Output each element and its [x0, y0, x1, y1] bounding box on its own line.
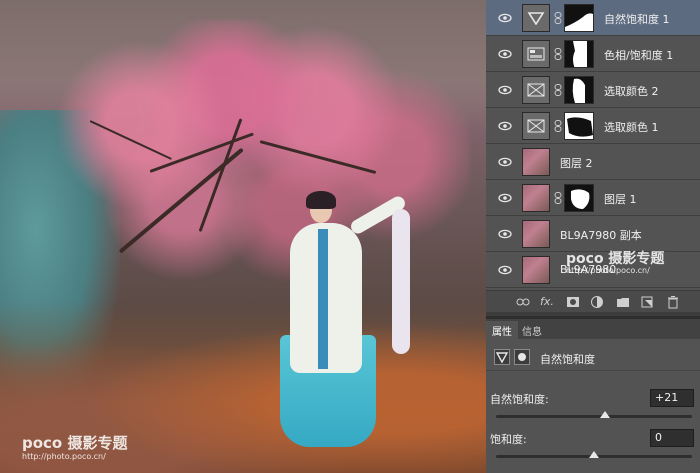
- add-mask-icon[interactable]: [566, 295, 580, 309]
- watermark: poco 摄影专题 http://photo.poco.cn/: [566, 248, 664, 275]
- layer-row[interactable]: 选取颜色 2: [486, 72, 700, 108]
- layer-row[interactable]: 自然饱和度 1: [486, 0, 700, 36]
- photo-thumbnail: [522, 220, 550, 248]
- eye-icon[interactable]: [498, 263, 512, 277]
- layer-name[interactable]: 自然饱和度 1: [604, 11, 670, 27]
- link-icon: [554, 120, 562, 132]
- layer-mask-thumbnail[interactable]: [564, 184, 594, 212]
- saturation-slider[interactable]: [496, 451, 692, 458]
- layer-row[interactable]: 选取颜色 1: [486, 108, 700, 144]
- hue-saturation-icon: [522, 40, 550, 68]
- properties-panel: 属性 信息 自然饱和度 自然饱和度: +21 饱和度: 0: [486, 316, 700, 473]
- layers-toolbar: fx.: [486, 290, 700, 312]
- link-layers-icon[interactable]: [516, 295, 530, 309]
- tab-properties[interactable]: 属性: [486, 321, 518, 339]
- watermark-url: http://photo.poco.cn/: [22, 452, 106, 461]
- saturation-value-field[interactable]: 0: [650, 429, 694, 447]
- photo-thumbnail: [522, 184, 550, 212]
- adjustment-layer-icon[interactable]: [590, 295, 604, 309]
- adjustment-title: 自然饱和度: [540, 353, 595, 366]
- properties-tabs: 属性 信息: [486, 319, 700, 339]
- robe-trim: [318, 229, 328, 369]
- watermark: poco 摄影专题 http://photo.poco.cn/: [22, 432, 127, 461]
- watermark-url: http://photo.poco.cn/: [566, 266, 650, 275]
- link-icon: [554, 48, 562, 60]
- layer-mask-thumbnail[interactable]: [564, 76, 594, 104]
- vibrance-slider[interactable]: [496, 411, 692, 418]
- photo-thumbnail: [522, 256, 550, 284]
- vibrance-value-field[interactable]: +21: [650, 389, 694, 407]
- selective-color-icon: [522, 112, 550, 140]
- photo-canvas[interactable]: poco 摄影专题 http://photo.poco.cn/: [0, 0, 486, 473]
- link-icon: [554, 84, 562, 96]
- saturation-slider-thumb[interactable]: [589, 451, 599, 458]
- layer-row[interactable]: 图层 1: [486, 180, 700, 216]
- eye-icon[interactable]: [498, 119, 512, 133]
- mask-icon[interactable]: [514, 349, 530, 365]
- layer-mask-thumbnail[interactable]: [564, 4, 594, 32]
- fx-icon[interactable]: fx.: [540, 295, 554, 309]
- link-icon: [554, 192, 562, 204]
- vibrance-icon: [522, 4, 550, 32]
- group-folder-icon[interactable]: [616, 295, 630, 309]
- layer-row[interactable]: 图层 2: [486, 144, 700, 180]
- watermark-brand: poco 摄影专题: [22, 434, 128, 452]
- layer-name[interactable]: 图层 2: [560, 155, 593, 171]
- photo-thumbnail: [522, 148, 550, 176]
- eye-icon[interactable]: [498, 11, 512, 25]
- layer-mask-thumbnail[interactable]: [564, 112, 594, 140]
- link-icon: [554, 12, 562, 24]
- eye-icon[interactable]: [498, 47, 512, 61]
- tab-info[interactable]: 信息: [516, 321, 548, 339]
- layer-name[interactable]: 选取颜色 1: [604, 119, 659, 135]
- eye-icon[interactable]: [498, 191, 512, 205]
- adjustment-header: 自然饱和度: [486, 345, 700, 371]
- layer-name[interactable]: 选取颜色 2: [604, 83, 659, 99]
- layer-name[interactable]: 图层 1: [604, 191, 637, 207]
- trash-icon[interactable]: [666, 295, 680, 309]
- watermark-brand: poco 摄影专题: [566, 251, 665, 267]
- layer-mask-thumbnail[interactable]: [564, 40, 594, 68]
- headdress: [306, 191, 336, 209]
- woman-in-costume: [280, 185, 430, 455]
- selective-color-icon: [522, 76, 550, 104]
- eye-icon[interactable]: [498, 227, 512, 241]
- layer-row[interactable]: BL9A7980 副本: [486, 216, 700, 252]
- saturation-label: 饱和度:: [490, 433, 527, 446]
- eye-icon[interactable]: [498, 83, 512, 97]
- vibrance-icon: [494, 349, 510, 365]
- new-layer-icon[interactable]: [640, 295, 654, 309]
- layer-name[interactable]: BL9A7980 副本: [560, 227, 642, 243]
- water-sleeve: [392, 209, 410, 354]
- layer-name[interactable]: 色相/饱和度 1: [604, 47, 673, 63]
- vibrance-slider-thumb[interactable]: [599, 411, 610, 418]
- eye-icon[interactable]: [498, 155, 512, 169]
- layer-row[interactable]: 色相/饱和度 1: [486, 36, 700, 72]
- vibrance-label: 自然饱和度:: [490, 393, 549, 406]
